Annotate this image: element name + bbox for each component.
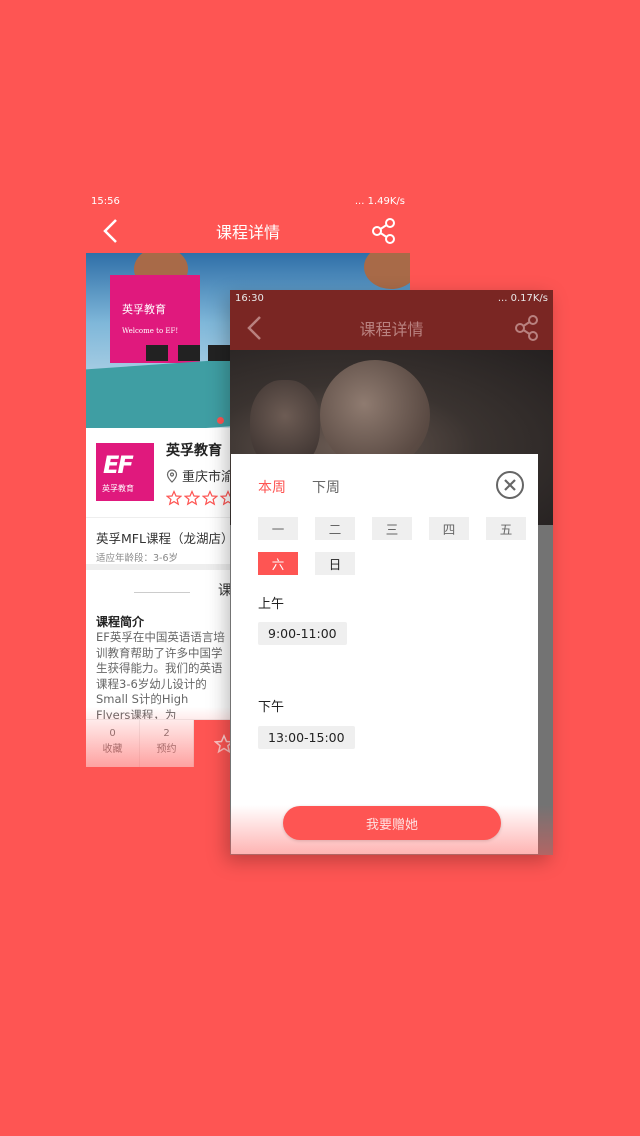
front-header: 16:30 ... 0.17K/s 课程详情 xyxy=(230,290,553,350)
front-phone-screenshot: 16:30 ... 0.17K/s 课程详情 本周 下周 一 二 三 四 五 六… xyxy=(230,290,553,855)
favorites-count: 0 xyxy=(109,728,116,739)
morning-label: 上午 xyxy=(258,597,285,612)
org-address: 重庆市渝 xyxy=(166,466,234,485)
logo-sub-text: 英孚教育 xyxy=(102,484,134,493)
org-logo: EF 英孚教育 xyxy=(96,443,154,501)
favorites-button[interactable]: 0 收藏 xyxy=(86,720,140,767)
morning-time-slot[interactable]: 9:00-11:00 xyxy=(258,622,347,645)
day-fri[interactable]: 五 xyxy=(486,517,526,540)
schedule-modal: 本周 下周 一 二 三 四 五 六 日 上午 9:00-11:00 下午 13:… xyxy=(231,454,538,854)
monitor xyxy=(208,345,230,361)
day-sat-selected[interactable]: 六 xyxy=(258,552,298,575)
back-arrow-icon[interactable] xyxy=(244,314,268,346)
status-time: 15:56 xyxy=(91,195,120,207)
location-pin-icon xyxy=(166,468,178,483)
day-thu[interactable]: 四 xyxy=(429,517,469,540)
status-time: 16:30 xyxy=(235,292,264,304)
booking-count: 2 xyxy=(163,728,170,739)
divider xyxy=(134,592,190,593)
monitor xyxy=(146,345,168,361)
tab-next-week[interactable]: 下周 xyxy=(312,477,340,497)
afternoon-time-slot[interactable]: 13:00-15:00 xyxy=(258,726,355,749)
course-age: 适应年龄段：3-6岁 xyxy=(96,553,179,564)
org-name: 英孚教育 xyxy=(166,443,222,459)
star-icon xyxy=(166,490,182,506)
title-bar: 课程详情 xyxy=(230,306,553,350)
day-selector: 一 二 三 四 五 六 日 xyxy=(258,517,528,575)
title-bar: 课程详情 xyxy=(86,209,410,253)
afternoon-label: 下午 xyxy=(258,700,285,715)
day-tue[interactable]: 二 xyxy=(315,517,355,540)
address-text: 重庆市渝 xyxy=(182,470,235,485)
give-gift-button[interactable]: 我要赠她 xyxy=(283,806,501,840)
page-title: 课程详情 xyxy=(215,223,280,242)
favorites-label: 收藏 xyxy=(102,744,123,755)
logo-ef-text: EF xyxy=(103,451,134,479)
monitor xyxy=(178,345,200,361)
status-bar: 16:30 ... 0.17K/s xyxy=(230,290,553,306)
snack-decoration xyxy=(364,253,410,289)
wall-welcome-text: Welcome to EF! xyxy=(122,327,179,335)
share-icon[interactable] xyxy=(370,217,398,249)
rating-stars xyxy=(166,490,236,506)
booking-button[interactable]: 2 预约 xyxy=(140,720,194,767)
star-icon xyxy=(184,490,200,506)
status-speed: ... 0.17K/s xyxy=(497,292,548,304)
wall-brand-text: 英孚教育 xyxy=(122,303,166,316)
tab-this-week[interactable]: 本周 xyxy=(258,477,286,497)
close-icon[interactable] xyxy=(495,470,525,500)
day-sun[interactable]: 日 xyxy=(315,552,355,575)
status-speed: ... 1.49K/s xyxy=(354,195,405,207)
course-name: 英孚MFL课程（龙湖店） xyxy=(96,531,234,546)
day-wed[interactable]: 三 xyxy=(372,517,412,540)
back-arrow-icon[interactable] xyxy=(100,217,124,249)
star-icon xyxy=(202,490,218,506)
booking-label: 预约 xyxy=(156,744,177,755)
status-bar: 15:56 ... 1.49K/s xyxy=(86,193,410,209)
back-header: 15:56 ... 1.49K/s 课程详情 xyxy=(86,193,410,253)
carousel-dot-active xyxy=(217,417,224,424)
page-title: 课程详情 xyxy=(359,320,424,339)
share-icon[interactable] xyxy=(513,314,541,346)
day-mon[interactable]: 一 xyxy=(258,517,298,540)
